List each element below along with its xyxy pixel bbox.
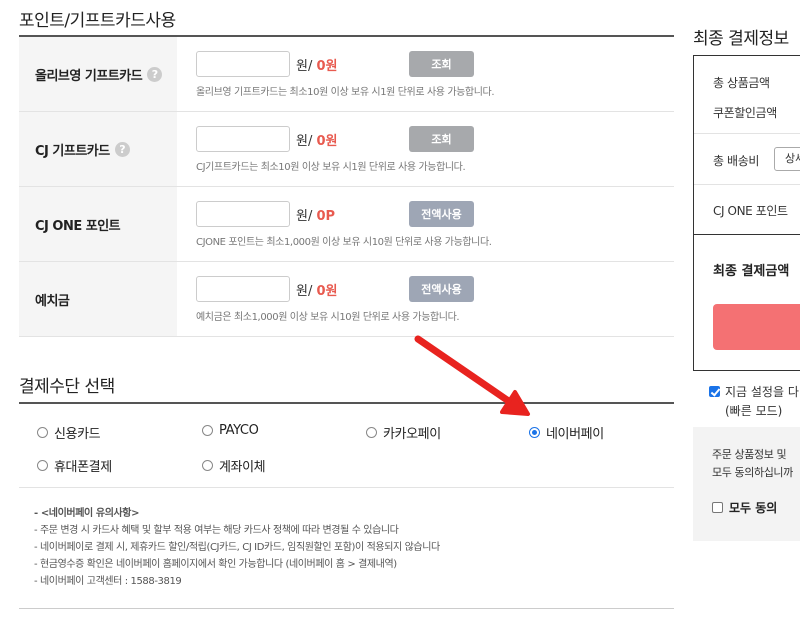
radio-circle-icon[interactable] <box>37 427 48 438</box>
row-label: 올리브영 기프트카드 ? <box>19 37 177 111</box>
radio-payco[interactable]: PAYCO <box>202 423 259 438</box>
usage-note: 올리브영 기프트카드는 최소10원 이상 보유 시1원 단위로 사용 가능합니다… <box>196 87 495 98</box>
radio-kakaopay[interactable]: 카카오페이 <box>366 423 441 442</box>
agreement-text: 주문 상품정보 및 모두 동의하십니까 <box>712 446 793 482</box>
giftcard-amount-input[interactable] <box>196 126 290 152</box>
cjone-point-label: CJ ONE 포인트 <box>713 204 788 218</box>
radio-circle-icon[interactable] <box>366 427 377 438</box>
available-balance: 0원 <box>316 284 338 299</box>
agreement-line: 모두 동의하십니까 <box>712 466 793 479</box>
final-amount-label: 최종 결제금액 <box>713 264 790 279</box>
save-setting-label: 지금 설정을 다 <box>725 385 799 399</box>
payment-methods: 신용카드 PAYCO 카카오페이 네이버페이 휴대폰결제 계좌이체 <box>19 404 674 488</box>
available-balance: 0P <box>316 209 336 224</box>
payment-section-title: 결제수단 선택 <box>19 377 115 397</box>
agreement-line: 주문 상품정보 및 <box>712 448 787 461</box>
row-label: CJ 기프트카드 ? <box>19 112 177 186</box>
shipping-label: 총 배송비 <box>713 154 759 168</box>
amount-summary: 원/ 0원 <box>296 284 338 299</box>
radio-label: 휴대폰결제 <box>54 460 112 475</box>
radio-circle-icon[interactable] <box>202 460 213 471</box>
agreement-box: 주문 상품정보 및 모두 동의하십니까 모두 동의 <box>693 427 800 541</box>
points-row-oliveyoung-giftcard: 올리브영 기프트카드 ? 원/ 0원 조회 올리브영 기프트카드는 최소10원 … <box>19 37 674 112</box>
radio-bank-transfer[interactable]: 계좌이체 <box>202 456 266 475</box>
coupon-discount-label: 쿠폰할인금액 <box>713 106 777 120</box>
usage-note: 예치금은 최소1,000원 이상 보유 시10원 단위로 사용 가능합니다. <box>196 312 460 323</box>
section-divider <box>19 608 674 609</box>
amount-summary: 원/ 0원 <box>296 59 338 74</box>
row-label: 예치금 <box>19 262 177 336</box>
notice-heading: - <네이버페이 유의사항> <box>34 508 140 519</box>
divider <box>694 133 800 134</box>
giftcard-amount-input[interactable] <box>196 51 290 77</box>
points-row-deposit: 예치금 원/ 0원 전액사용 예치금은 최소1,000원 이상 보유 시10원 … <box>19 262 674 337</box>
shipping-detail-button[interactable]: 상세 <box>774 147 800 171</box>
checkbox-icon[interactable] <box>712 502 723 513</box>
deposit-amount-input[interactable] <box>196 276 290 302</box>
divider <box>694 184 800 185</box>
available-balance: 0원 <box>316 59 338 74</box>
notice-item: - 현금영수증 확인은 네이버페이 홈페이지에서 확인 가능합니다 (네이버페이… <box>34 559 397 570</box>
radio-naverpay[interactable]: 네이버페이 <box>529 423 604 442</box>
points-row-cj-giftcard: CJ 기프트카드 ? 원/ 0원 조회 CJ기프트카드는 최소10원 이상 보유… <box>19 112 674 187</box>
agree-all-checkbox[interactable]: 모두 동의 <box>712 499 777 516</box>
save-setting-checkbox[interactable]: 지금 설정을 다 <box>709 383 799 400</box>
pay-button[interactable] <box>713 304 800 350</box>
unit-label: 원 <box>296 284 308 299</box>
notice-item: - 네이버페이 고객센터 : 1588-3819 <box>34 576 182 587</box>
fast-mode-label: (빠른 모드) <box>725 404 783 418</box>
total-product-label: 총 상품금액 <box>713 76 770 90</box>
lookup-button[interactable]: 조회 <box>409 126 474 152</box>
radio-phone-payment[interactable]: 휴대폰결제 <box>37 456 112 475</box>
row-label-text: CJ 기프트카드 <box>35 143 110 159</box>
available-balance: 0원 <box>316 134 338 149</box>
naverpay-notice: - <네이버페이 유의사항> - 주문 변경 시 카드사 혜택 및 할부 적용 … <box>34 505 440 590</box>
radio-label: 신용카드 <box>54 427 101 442</box>
lookup-button[interactable]: 조회 <box>409 51 474 77</box>
radio-label: 카카오페이 <box>383 427 441 442</box>
points-table: 올리브영 기프트카드 ? 원/ 0원 조회 올리브영 기프트카드는 최소10원 … <box>19 37 674 337</box>
radio-selected-icon[interactable] <box>529 427 540 438</box>
usage-note: CJONE 포인트는 최소1,000원 이상 보유 시10원 단위로 사용 가능… <box>196 237 492 248</box>
summary-title: 최종 결제정보 <box>693 29 789 49</box>
help-icon[interactable]: ? <box>114 141 130 157</box>
points-section-title: 포인트/기프트카드사용 <box>19 11 176 31</box>
checkbox-checked-icon[interactable] <box>709 386 720 397</box>
unit-label: 원 <box>296 134 308 149</box>
row-label-text: 예치금 <box>35 293 70 309</box>
help-icon[interactable]: ? <box>147 66 163 82</box>
divider <box>694 234 800 235</box>
notice-item: - 주문 변경 시 카드사 혜택 및 할부 적용 여부는 해당 카드사 정책에 … <box>34 525 399 536</box>
unit-label: 원 <box>296 209 308 224</box>
usage-note: CJ기프트카드는 최소10원 이상 보유 시1원 단위로 사용 가능합니다. <box>196 162 466 173</box>
row-label-text: 올리브영 기프트카드 <box>35 68 143 84</box>
radio-label: 계좌이체 <box>219 460 266 475</box>
radio-circle-icon[interactable] <box>37 460 48 471</box>
unit-label: 원 <box>296 59 308 74</box>
use-all-button[interactable]: 전액사용 <box>409 276 474 302</box>
radio-label: PAYCO <box>219 423 259 438</box>
agree-all-label: 모두 동의 <box>729 501 778 515</box>
notice-item: - 네이버페이로 결제 시, 제휴카드 할인/적립(CJ카드, CJ ID카드,… <box>34 542 440 553</box>
amount-summary: 원/ 0P <box>296 209 336 224</box>
radio-credit-card[interactable]: 신용카드 <box>37 423 101 442</box>
points-row-cjone-point: CJ ONE 포인트 원/ 0P 전액사용 CJONE 포인트는 최소1,000… <box>19 187 674 262</box>
radio-label: 네이버페이 <box>546 427 604 442</box>
summary-box: 총 상품금액 쿠폰할인금액 총 배송비 상세 CJ ONE 포인트 최종 결제금… <box>693 55 800 371</box>
amount-summary: 원/ 0원 <box>296 134 338 149</box>
radio-circle-icon[interactable] <box>202 425 213 436</box>
point-amount-input[interactable] <box>196 201 290 227</box>
row-label-text: CJ ONE 포인트 <box>35 218 121 234</box>
use-all-button[interactable]: 전액사용 <box>409 201 474 227</box>
row-label: CJ ONE 포인트 <box>19 187 177 261</box>
